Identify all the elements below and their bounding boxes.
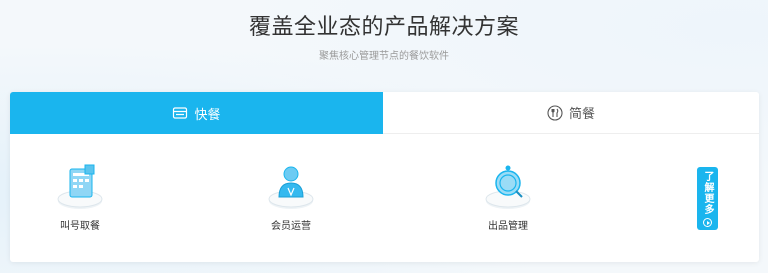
feature-member-ops[interactable]: 会员运营 (251, 157, 331, 237)
page-title: 覆盖全业态的产品解决方案 (248, 15, 519, 40)
fork-knife-icon (547, 104, 563, 121)
tray-icon (173, 107, 188, 119)
tab-bar: 快餐 简餐 (10, 92, 759, 134)
tab-light-meal-label: 简餐 (568, 107, 595, 122)
solutions-card: 快餐 简餐 叫号取餐 会员运营 出品管理 了解更多 (10, 92, 759, 262)
tab-fast-food[interactable]: 快餐 (10, 92, 383, 134)
learn-more-button[interactable]: 了解更多 (697, 167, 718, 230)
member-icon (268, 166, 314, 209)
cloche-icon (485, 165, 531, 209)
feature-dish-management-label: 出品管理 (488, 221, 528, 232)
feature-order-pickup-label: 叫号取餐 (60, 221, 100, 232)
order-board-icon (57, 164, 103, 209)
learn-more-label: 了解更多 (702, 171, 713, 215)
feature-dish-management[interactable]: 出品管理 (468, 157, 548, 237)
feature-order-pickup[interactable]: 叫号取餐 (40, 157, 120, 237)
tab-fast-food-label: 快餐 (194, 107, 221, 123)
page-subtitle: 聚焦核心管理节点的餐饮软件 (319, 51, 449, 62)
feature-member-ops-label: 会员运营 (271, 221, 311, 232)
tab-light-meal[interactable]: 简餐 (383, 92, 759, 134)
arrow-right-icon (703, 218, 712, 227)
